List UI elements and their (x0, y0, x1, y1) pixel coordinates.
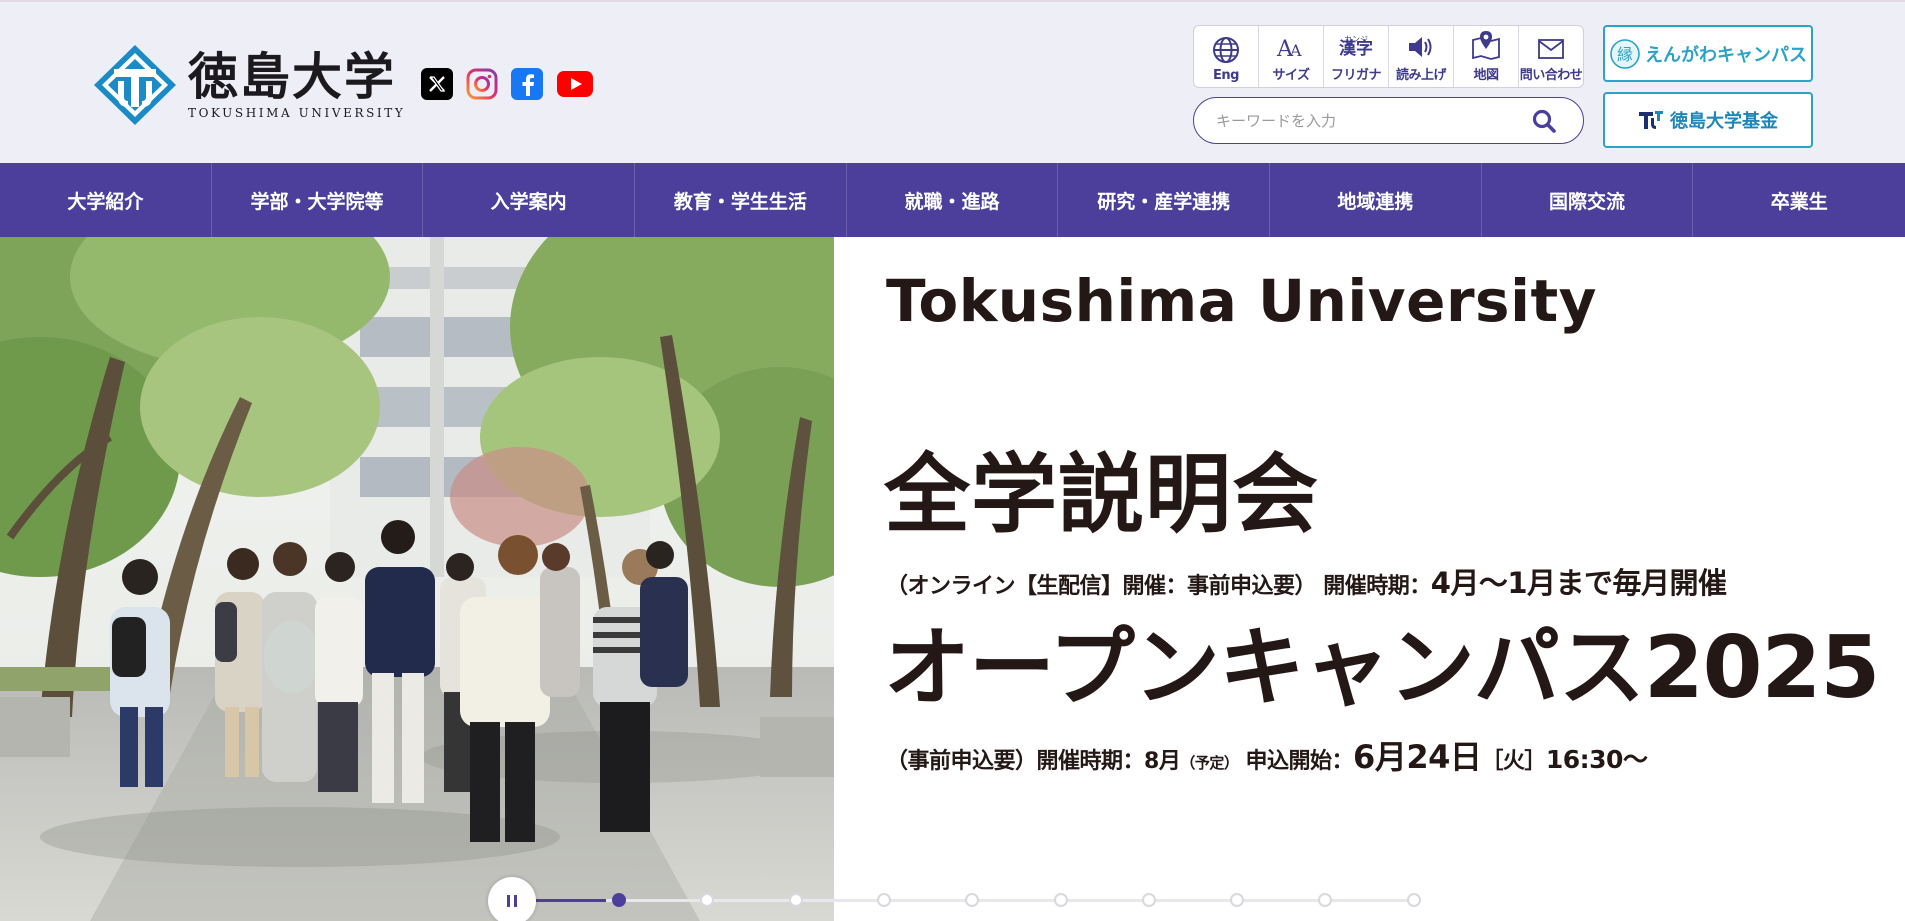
logo-name-en: TOKUSHIMA UNIVERSITY (188, 106, 406, 120)
site-search (1193, 97, 1584, 144)
event1-period: 4月〜1月まで毎月開催 (1430, 566, 1727, 600)
nav-item-about[interactable]: 大学紹介 (0, 163, 212, 237)
search-icon[interactable] (1531, 108, 1557, 134)
nav-item-careers[interactable]: 就職・進路 (847, 163, 1059, 237)
slider-dot[interactable] (1230, 893, 1245, 907)
utility-toolbar: Eng AA サイズ カンジ 漢字 フリガナ 読み上げ 地図 問い合わせ (1193, 25, 1584, 88)
hero-text-panel: Tokushima University 全学説明会 （オンライン【生配信】開催… (834, 237, 1905, 921)
slider-dot[interactable] (1406, 893, 1421, 907)
engawa-label: えんがわキャンパス (1645, 44, 1807, 66)
pause-button[interactable] (488, 877, 536, 921)
furigana-button[interactable]: カンジ 漢字 フリガナ (1324, 26, 1389, 87)
engawa-campus-button[interactable]: 縁 えんがわキャンパス (1603, 25, 1813, 82)
event2-apply-date: 6月24日 (1353, 738, 1482, 776)
university-fund-button[interactable]: 徳島大学基金 (1603, 92, 1813, 148)
slider-dot[interactable] (1053, 893, 1068, 907)
nav-item-international[interactable]: 国際交流 (1482, 163, 1694, 237)
engawa-logo-icon: 縁 (1610, 38, 1640, 69)
event2-title: オープンキャンパス2025 (884, 618, 1880, 718)
globe-icon (1213, 37, 1239, 63)
event1-period-label: 開催時期： (1323, 574, 1431, 599)
mail-icon (1538, 39, 1564, 59)
event2-note: （事前申込要） (886, 749, 1037, 774)
sns-links (421, 68, 594, 100)
hero-slider[interactable]: Tokushima University 全学説明会 （オンライン【生配信】開催… (0, 237, 1905, 921)
nav-item-faculties[interactable]: 学部・大学院等 (212, 163, 424, 237)
font-size-button[interactable]: AA サイズ (1259, 26, 1324, 87)
font-size-icon: AA (1276, 37, 1302, 60)
svg-text:A: A (1289, 41, 1302, 60)
hero-photo (0, 237, 834, 921)
nav-item-community[interactable]: 地域連携 (1270, 163, 1482, 237)
map-icon (1472, 31, 1500, 60)
slider-dot[interactable] (876, 893, 891, 907)
event1-note: （オンライン【生配信】開催：事前申込要） (886, 574, 1317, 599)
nav-item-alumni[interactable]: 卒業生 (1693, 163, 1905, 237)
svg-text:縁: 縁 (1617, 45, 1633, 64)
event2-apply-day: ［火］ (1481, 749, 1546, 774)
logo-name-ja: 徳島大学 (188, 48, 396, 106)
event2-apply-label: 申込開始： (1245, 749, 1354, 774)
furigana-kanji-icon: カンジ 漢字 (1339, 35, 1373, 59)
contact-label: 問い合わせ (1519, 68, 1583, 83)
x-icon[interactable] (421, 68, 453, 100)
nav-item-student-life[interactable]: 教育・学生生活 (635, 163, 847, 237)
event2-period-label: 開催時期： (1036, 749, 1145, 774)
slider-dot[interactable] (612, 893, 626, 907)
english-button[interactable]: Eng (1194, 26, 1259, 87)
english-label: Eng (1213, 68, 1239, 83)
event1-title: 全学説明会 (884, 445, 1319, 545)
search-input[interactable] (1216, 111, 1516, 130)
slider-dot[interactable] (1141, 893, 1156, 907)
event2-apply-time: 16:30〜 (1545, 745, 1648, 774)
pause-icon (507, 895, 517, 907)
slider-progress-fill (536, 899, 607, 902)
fund-label: 徳島大学基金 (1670, 111, 1778, 132)
nav-item-admissions[interactable]: 入学案内 (423, 163, 636, 237)
slider-dot[interactable] (788, 893, 803, 907)
contact-button[interactable]: 問い合わせ (1519, 26, 1583, 87)
event1-details: （オンライン【生配信】開催：事前申込要） 開催時期：4月〜1月まで毎月開催 (886, 560, 1727, 602)
instagram-icon[interactable] (466, 68, 498, 100)
speaker-icon (1409, 37, 1432, 57)
site-logo[interactable]: 徳島大学 TOKUSHIMA UNIVERSITY (92, 43, 405, 127)
event2-details: （事前申込要）開催時期：8月（予定） 申込開始：6月24日［火］16:30〜 (886, 732, 1648, 778)
map-button[interactable]: 地図 (1454, 26, 1519, 87)
map-label: 地図 (1473, 68, 1499, 83)
logo-mark-icon (94, 45, 176, 125)
youtube-icon[interactable] (556, 68, 594, 100)
event2-month: 8月 (1144, 749, 1181, 774)
furigana-label: フリガナ (1330, 68, 1382, 83)
global-nav: 大学紹介 学部・大学院等 入学案内 教育・学生生活 就職・進路 研究・産学連携 … (0, 163, 1905, 237)
facebook-icon[interactable] (511, 68, 543, 100)
read-aloud-button[interactable]: 読み上げ (1389, 26, 1454, 87)
event2-tentative: （予定） (1180, 754, 1239, 772)
read-aloud-label: 読み上げ (1395, 68, 1447, 83)
nav-item-research[interactable]: 研究・産学連携 (1058, 163, 1271, 237)
hero-title: Tokushima University (886, 267, 1597, 335)
fund-logo-icon (1639, 111, 1663, 129)
font-size-label: サイズ (1272, 68, 1310, 83)
site-header: 徳島大学 TOKUSHIMA UNIVERSITY Eng A A サイズ カン… (0, 0, 1905, 163)
